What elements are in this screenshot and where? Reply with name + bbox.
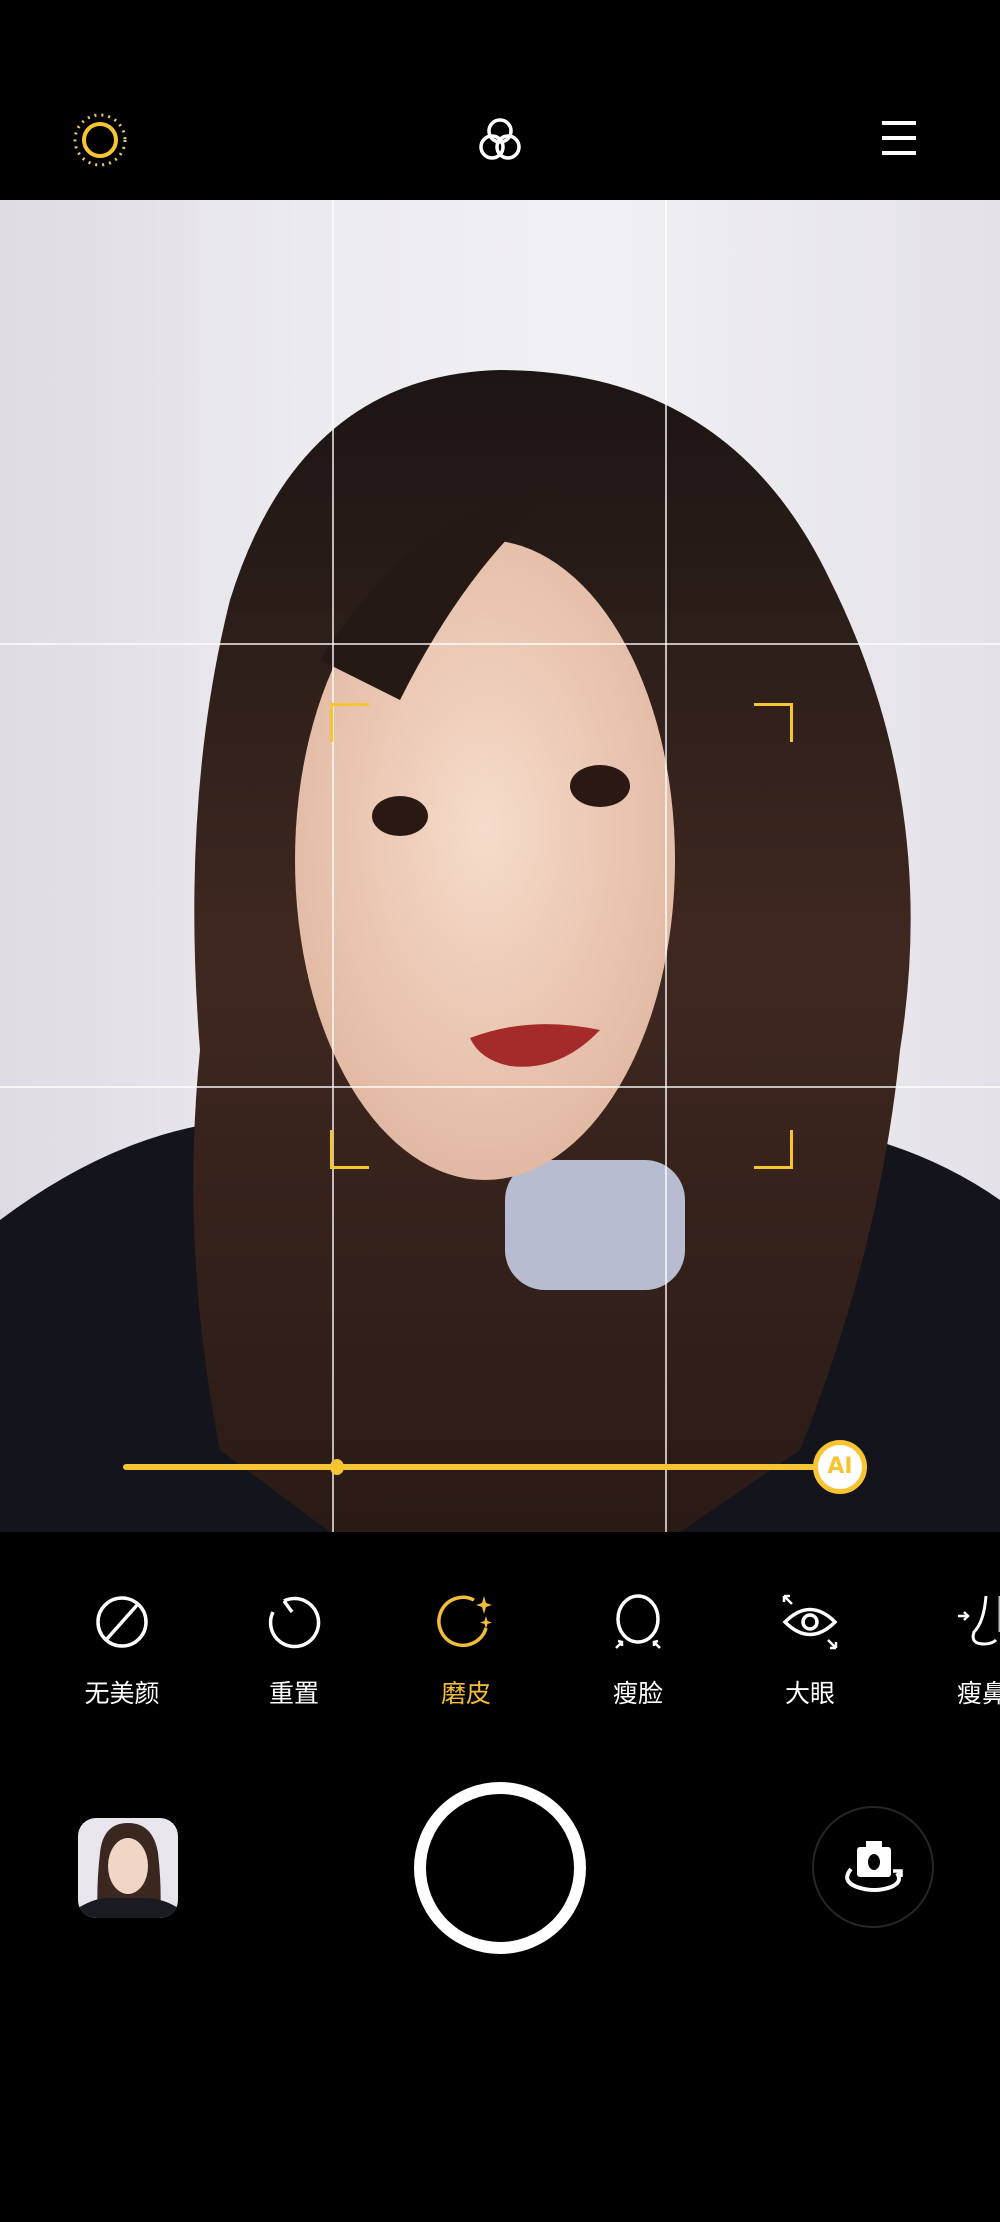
- thumbnail-photo: [78, 1823, 178, 1918]
- tool-big-eyes[interactable]: 大眼: [740, 1592, 880, 1710]
- filter-icon[interactable]: [472, 112, 528, 168]
- face-frame-corner: [330, 703, 369, 742]
- grid-line: [0, 1086, 1000, 1088]
- tool-label: 瘦脸: [612, 1679, 663, 1708]
- reset-icon: [268, 1596, 321, 1649]
- menu-icon[interactable]: [880, 118, 918, 160]
- no-beauty-icon: [96, 1596, 148, 1648]
- face-frame-corner: [754, 1130, 793, 1169]
- slider-track: [123, 1464, 835, 1470]
- tool-reset[interactable]: 重置: [224, 1592, 364, 1710]
- tool-slim-nose[interactable]: 瘦鼻: [912, 1592, 1000, 1710]
- tool-label: 磨皮: [440, 1679, 491, 1708]
- slim-nose-icon: [958, 1595, 1000, 1646]
- beauty-tools-bar: 无美颜 重置 磨皮 瘦脸 大眼 瘦鼻: [0, 1532, 1000, 1762]
- gallery-thumbnail[interactable]: [78, 1818, 178, 1918]
- tool-label: 重置: [268, 1679, 319, 1708]
- tool-smooth-skin[interactable]: 磨皮: [396, 1592, 536, 1710]
- grid-line: [332, 200, 334, 1532]
- smooth-skin-icon: [437, 1595, 492, 1648]
- beauty-intensity-slider[interactable]: AI: [123, 1440, 883, 1500]
- grid-line: [0, 643, 1000, 645]
- tool-label: 大眼: [784, 1679, 835, 1708]
- face-frame-corner: [754, 703, 793, 742]
- face-frame-corner: [330, 1130, 369, 1169]
- slim-face-icon: [615, 1594, 661, 1649]
- grid-line: [665, 200, 667, 1532]
- tool-slim-face[interactable]: 瘦脸: [568, 1592, 708, 1710]
- beauty-light-icon[interactable]: [70, 110, 130, 170]
- slider-default-marker: [329, 1459, 344, 1475]
- slider-knob-ai[interactable]: AI: [813, 1440, 867, 1494]
- switch-camera-button[interactable]: [812, 1806, 934, 1928]
- top-toolbar: [0, 0, 1000, 200]
- shutter-button[interactable]: [414, 1782, 586, 1954]
- tool-label: 瘦鼻: [956, 1679, 1000, 1708]
- tool-label: 无美颜: [84, 1679, 160, 1708]
- switch-camera-icon: [845, 1841, 903, 1892]
- camera-preview[interactable]: AI: [0, 200, 1000, 1532]
- tool-no-beauty[interactable]: 无美颜: [52, 1592, 192, 1710]
- big-eyes-icon: [782, 1594, 838, 1650]
- subject-photo: [0, 370, 1000, 1532]
